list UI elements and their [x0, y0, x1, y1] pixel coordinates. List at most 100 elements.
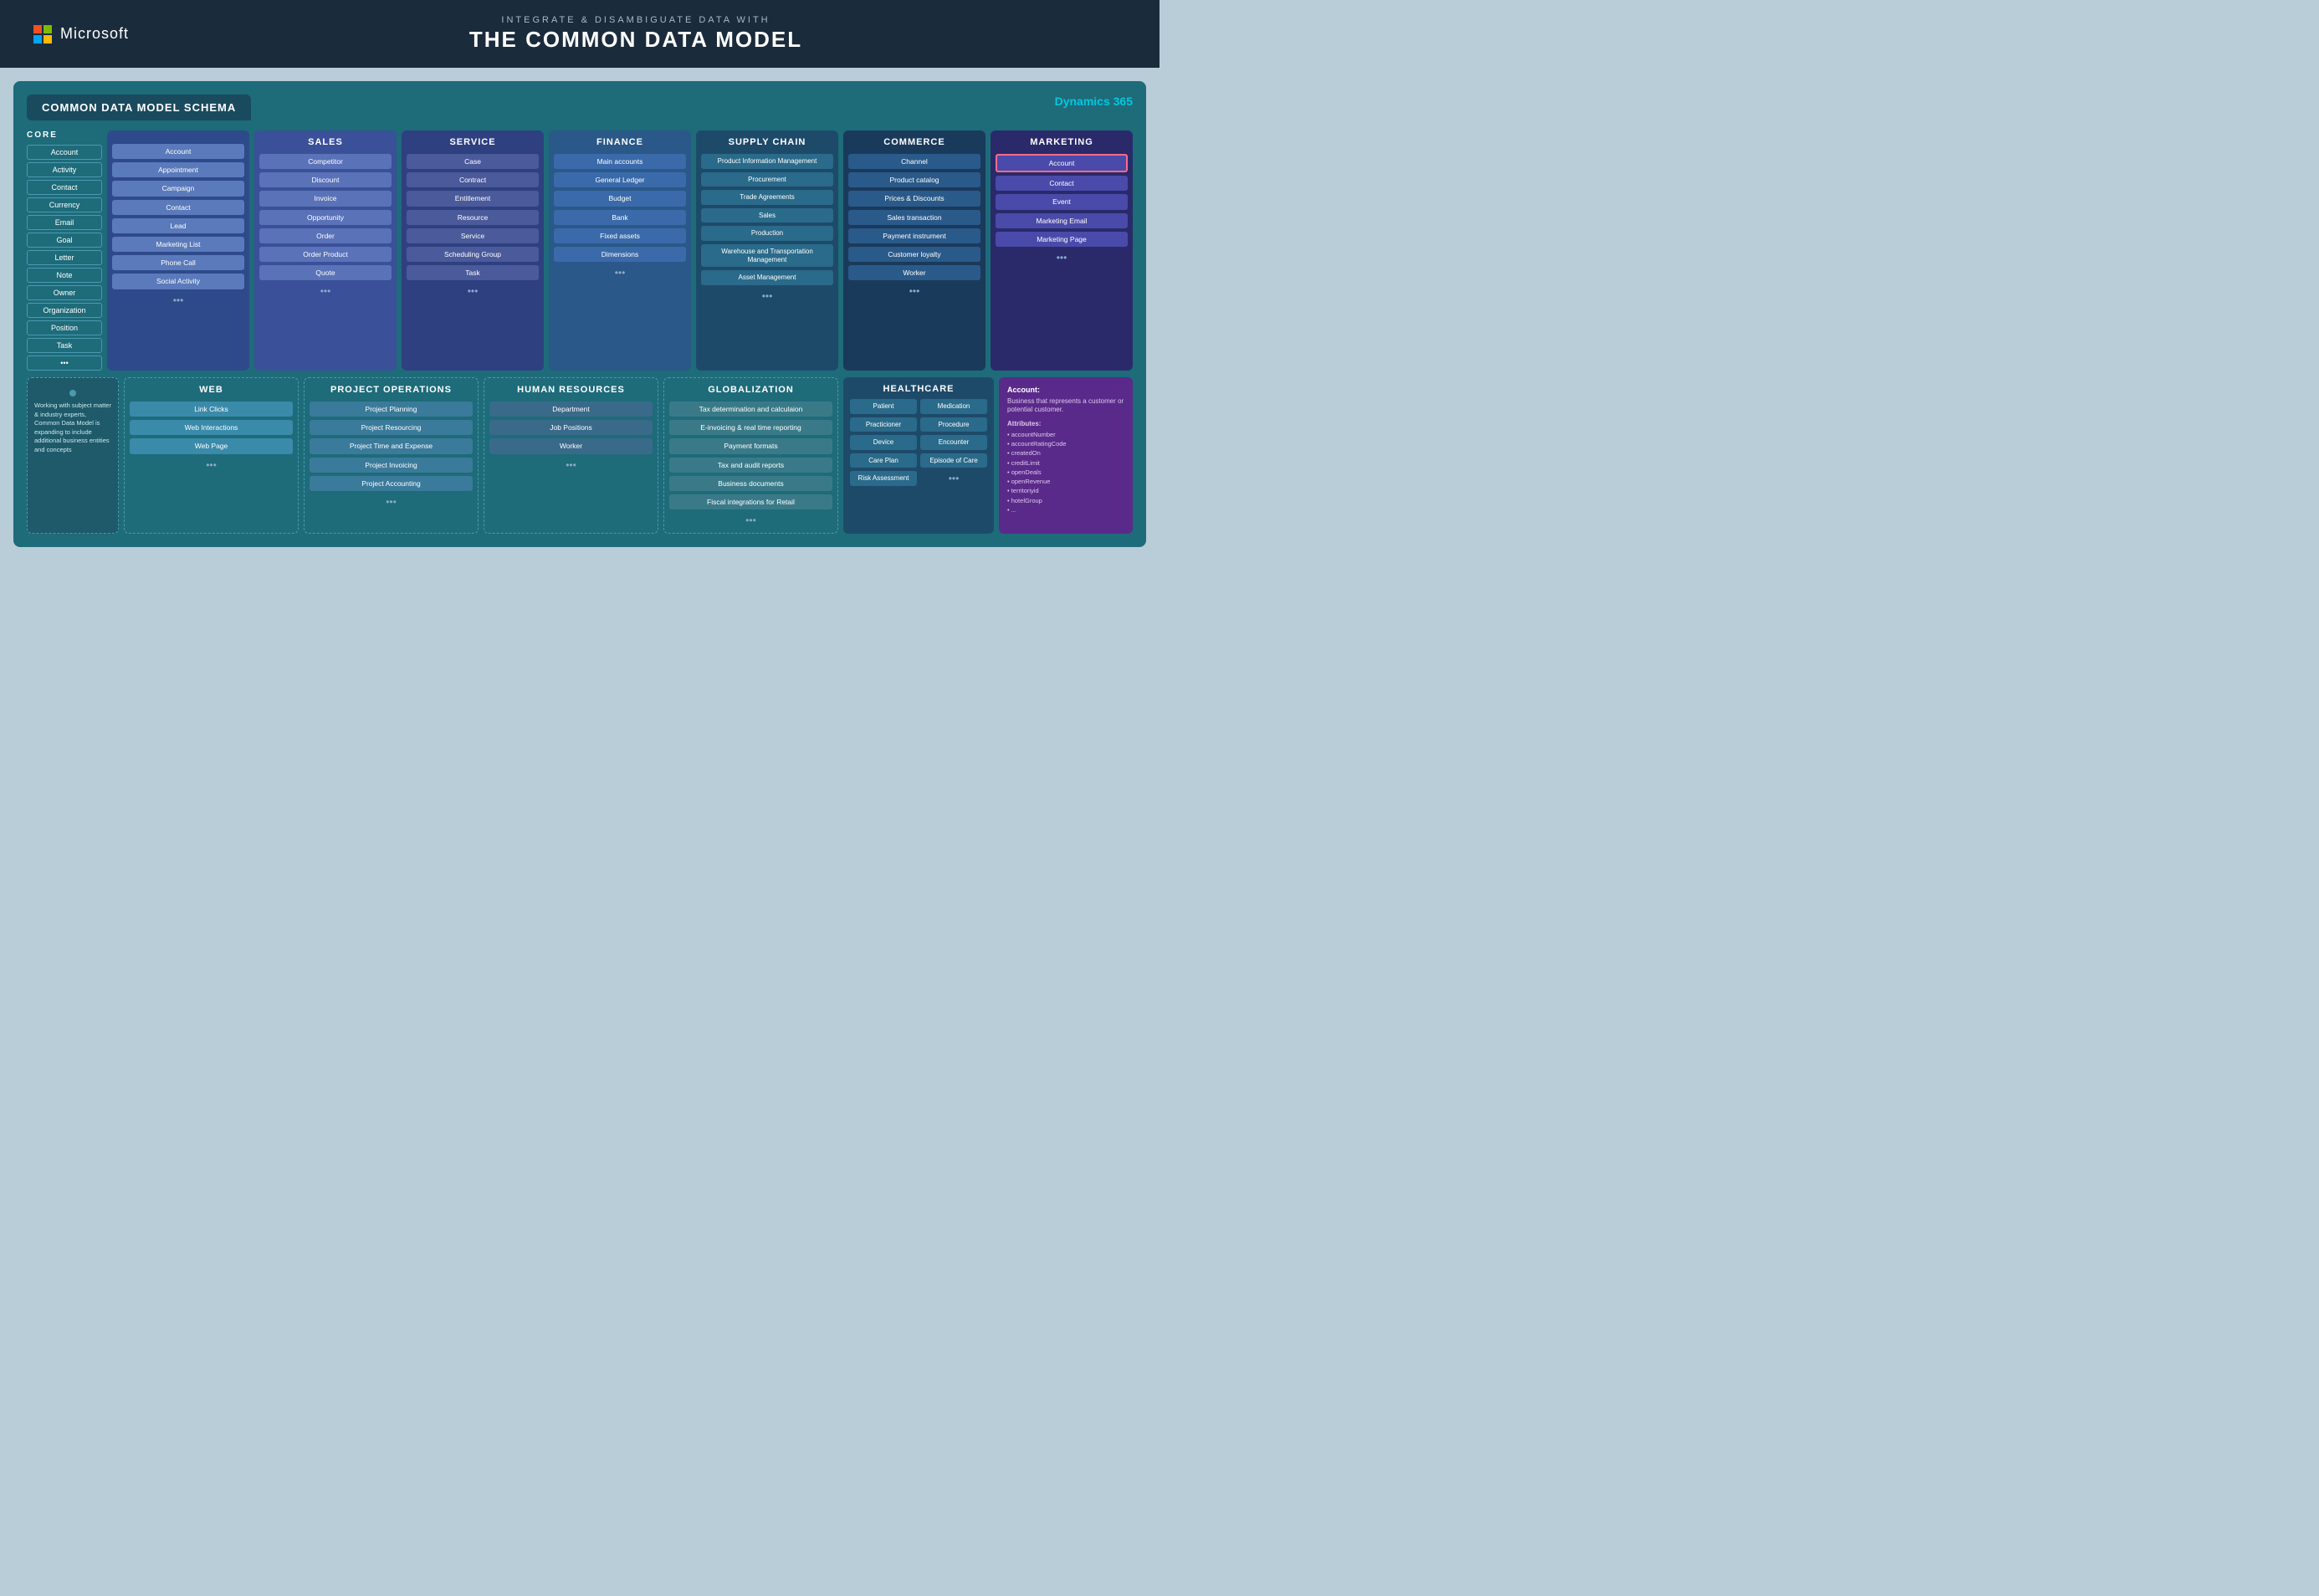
- card-item: Web Page: [130, 438, 293, 453]
- supply-header: SUPPLY CHAIN: [701, 137, 833, 147]
- marketing-header: MARKETING: [996, 137, 1128, 147]
- card-item: Product Information Management: [701, 154, 833, 169]
- card-item: Invoice: [259, 191, 392, 206]
- list-item: creditLimit: [1007, 458, 1124, 468]
- card-item: Event: [996, 194, 1128, 209]
- sales-column: SALES Competitor Discount Invoice Opport…: [254, 130, 397, 371]
- card-item: Worker: [848, 265, 980, 280]
- card-item: Tax determination and calculaion: [669, 402, 832, 417]
- card-item: Sales: [701, 208, 833, 223]
- card-item: Episode of Care: [920, 453, 987, 468]
- card-item: Practicioner: [850, 417, 917, 432]
- list-item: accountNumber: [1007, 430, 1124, 439]
- card-item: Asset Management: [701, 270, 833, 285]
- card-item: Main accounts: [554, 154, 686, 169]
- card-item: General Ledger: [554, 172, 686, 187]
- tooltip-attributes-label: Attributes:: [1007, 420, 1124, 427]
- card-item: Order: [259, 228, 392, 243]
- list-item: openDeals: [1007, 468, 1124, 477]
- finance-header: FINANCE: [554, 137, 686, 147]
- core-item: Owner: [27, 285, 102, 300]
- core-item: Currency: [27, 197, 102, 212]
- card-item: Medication: [920, 399, 987, 414]
- healthcare-grid: Patient Medication Practicioner Procedur…: [850, 399, 987, 486]
- card-item: Dimensions: [554, 247, 686, 262]
- card-item: Prices & Discounts: [848, 191, 980, 206]
- card-item: Customer loyalty: [848, 247, 980, 262]
- card-item: Discount: [259, 172, 392, 187]
- core-item: Organization: [27, 303, 102, 318]
- core-item: Email: [27, 215, 102, 230]
- card-item: Bank: [554, 210, 686, 225]
- globalization-column: GLOBALIZATION Tax determination and calc…: [663, 377, 838, 534]
- card-item: Tax and audit reports: [669, 458, 832, 473]
- card-item: Contact: [112, 200, 244, 215]
- card-item: Project Planning: [310, 402, 473, 417]
- core-item: Account: [27, 145, 102, 160]
- card-item: Sales transaction: [848, 210, 980, 225]
- expanding-box: Working with subject matter & industry e…: [27, 377, 119, 534]
- expand-dot: [69, 390, 76, 396]
- account-tooltip: Account: Business that represents a cust…: [999, 377, 1133, 534]
- core-item-more: •••: [27, 356, 102, 371]
- card-item: Campaign: [112, 181, 244, 196]
- core-label: CORE: [27, 130, 102, 140]
- schema-header: COMMON DATA MODEL SCHEMA Dynamics 365: [27, 95, 1133, 120]
- card-item: Job Positions: [489, 420, 653, 435]
- dots: •••: [407, 285, 539, 297]
- web-column: WEB Link Clicks Web Interactions Web Pag…: [124, 377, 299, 534]
- card-item: Social Activity: [112, 274, 244, 289]
- card-item: Marketing List: [112, 237, 244, 252]
- card-item: Procurement: [701, 172, 833, 187]
- service-header: SERVICE: [407, 137, 539, 147]
- tooltip-description: Business that represents a customer or p…: [1007, 397, 1124, 415]
- dots: •••: [489, 459, 653, 471]
- card-item: Case: [407, 154, 539, 169]
- tooltip-title: Account:: [1007, 386, 1124, 394]
- brand-name: Microsoft: [60, 25, 129, 43]
- card-item: Fiscal integrations for Retail: [669, 494, 832, 509]
- schema-title: COMMON DATA MODEL SCHEMA: [27, 95, 251, 120]
- healthcare-section: HEALTHCARE Patient Medication Practicion…: [843, 377, 994, 534]
- core-item: Goal: [27, 233, 102, 248]
- card-item: Competitor: [259, 154, 392, 169]
- dots: •••: [554, 267, 686, 279]
- core-item: Activity: [27, 162, 102, 177]
- healthcare-header: HEALTHCARE: [850, 384, 987, 394]
- card-item: Web Interactions: [130, 420, 293, 435]
- commerce-column: COMMERCE Channel Product catalog Prices …: [843, 130, 985, 371]
- core-items: Account Activity Contact Currency Email …: [27, 145, 102, 371]
- core-item: Task: [27, 338, 102, 353]
- card-item: Lead: [112, 218, 244, 233]
- card-item: Production: [701, 226, 833, 241]
- card-item: Care Plan: [850, 453, 917, 468]
- card-item: Contract: [407, 172, 539, 187]
- service-column: SERVICE Case Contract Entitlement Resour…: [402, 130, 544, 371]
- dots: •••: [259, 285, 392, 297]
- card-item: Marketing Email: [996, 213, 1128, 228]
- supply-chain-column: SUPPLY CHAIN Product Information Managem…: [696, 130, 838, 371]
- card-item: Project Invoicing: [310, 458, 473, 473]
- card-item: Quote: [259, 265, 392, 280]
- finance-column: FINANCE Main accounts General Ledger Bud…: [549, 130, 691, 371]
- card-item: E-invoicing & real time reporting: [669, 420, 832, 435]
- expanding-text: Working with subject matter & industry e…: [34, 402, 111, 454]
- top-row: CORE Account Activity Contact Currency E…: [27, 130, 1133, 371]
- list-item: territoriyid: [1007, 486, 1124, 495]
- card-item: Project Resourcing: [310, 420, 473, 435]
- card-item: Link Clicks: [130, 402, 293, 417]
- card-item: Channel: [848, 154, 980, 169]
- card-item: Risk Assessment: [850, 471, 917, 486]
- card-item: Patient: [850, 399, 917, 414]
- list-item: hotelGroup: [1007, 496, 1124, 505]
- dots: •••: [130, 459, 293, 471]
- core-item: Position: [27, 320, 102, 335]
- main-container: COMMON DATA MODEL SCHEMA Dynamics 365 CO…: [13, 81, 1146, 547]
- list-item: accountRatingCode: [1007, 439, 1124, 448]
- list-item: openRevenue: [1007, 477, 1124, 486]
- card-item: Worker: [489, 438, 653, 453]
- card-item: Encounter: [920, 435, 987, 450]
- card-item: Product catalog: [848, 172, 980, 187]
- globalization-header: GLOBALIZATION: [669, 385, 832, 395]
- hr-header: HUMAN RESOURCES: [489, 385, 653, 395]
